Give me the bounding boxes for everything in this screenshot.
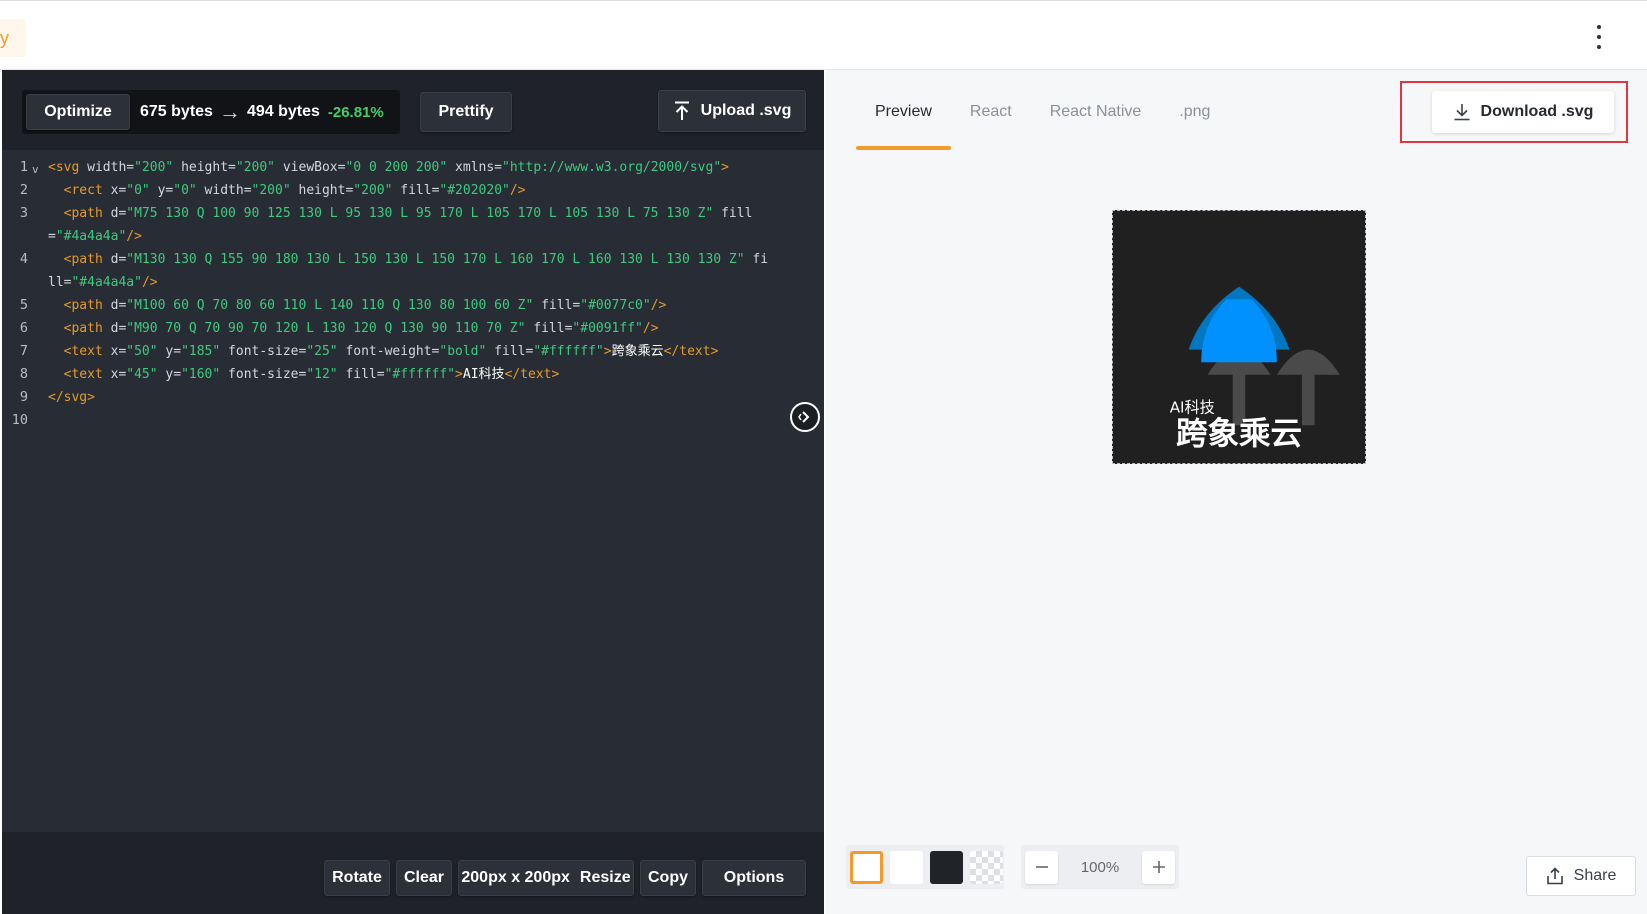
size-change-percent: -26.81% bbox=[327, 103, 384, 121]
optimized-size: 494 bytes bbox=[246, 103, 320, 120]
svg-preview-canvas: 跨象乘云 AI科技 bbox=[1112, 210, 1366, 464]
code-line: 7 <text x="50" y="185" font-size="25" fo… bbox=[2, 340, 824, 363]
tab-png[interactable]: .png bbox=[1160, 82, 1229, 142]
line-number: 7 bbox=[19, 343, 28, 359]
logo-title: 跨象乘云 bbox=[1176, 416, 1302, 452]
download-label: Download .svg bbox=[1480, 103, 1594, 120]
upload-label: Upload .svg bbox=[700, 102, 792, 119]
zoom-out-button[interactable] bbox=[1025, 850, 1058, 884]
zoom-value: 100% bbox=[1080, 858, 1120, 876]
share-icon bbox=[1546, 867, 1563, 885]
logo-text: y bbox=[0, 28, 9, 48]
code-line: 2 <rect x="0" y="0" width="200" height="… bbox=[2, 179, 824, 202]
download-highlight-frame: Download .svg bbox=[1400, 81, 1628, 143]
rotate-button[interactable]: Rotate bbox=[324, 860, 390, 896]
tab-preview[interactable]: Preview bbox=[856, 82, 951, 150]
more-vertical-icon[interactable] bbox=[1591, 25, 1607, 49]
optimize-group: Optimize 675 bytes → 494 bytes -26.81% bbox=[22, 90, 400, 134]
line-number: 1 bbox=[19, 159, 28, 175]
code-editor-panel: Optimize 675 bytes → 494 bytes -26.81% P… bbox=[2, 70, 824, 914]
line-number: 6 bbox=[19, 320, 28, 336]
code-line: 6 <path d="M90 70 Q 70 90 70 120 L 130 1… bbox=[2, 317, 824, 340]
download-svg-button[interactable]: Download .svg bbox=[1432, 91, 1614, 133]
original-size: 675 bytes bbox=[140, 103, 213, 120]
share-label: Share bbox=[1573, 867, 1617, 884]
editor-toolbar: Optimize 675 bytes → 494 bytes -26.81% P… bbox=[2, 70, 824, 150]
line-number: 4 bbox=[19, 251, 28, 267]
preview-tabs: Preview React React Native .png bbox=[856, 82, 1229, 150]
upload-svg-button[interactable]: Upload .svg bbox=[658, 90, 806, 132]
plus-icon bbox=[1152, 861, 1165, 873]
tab-react[interactable]: React bbox=[951, 82, 1031, 142]
copy-button[interactable]: Copy bbox=[640, 860, 696, 896]
line-number: 2 bbox=[19, 182, 28, 198]
canvas-size-label: 200px x 200px bbox=[461, 869, 570, 886]
preview-panel: Preview React React Native .png Download… bbox=[826, 70, 1647, 914]
swatch-white[interactable] bbox=[890, 850, 923, 884]
code-line: 5 <path d="M100 60 Q 70 80 60 110 L 140 … bbox=[2, 294, 824, 317]
swatch-transparent-selected[interactable] bbox=[850, 850, 883, 884]
code-line: 1 v <svg width="200" height="200" viewBox=… bbox=[2, 156, 824, 179]
panel-resize-handle[interactable] bbox=[790, 402, 820, 432]
line-number: 3 bbox=[19, 205, 28, 221]
swatch-dark[interactable] bbox=[930, 850, 963, 884]
clear-button[interactable]: Clear bbox=[396, 860, 452, 896]
share-button[interactable]: Share bbox=[1526, 856, 1636, 896]
zoom-in-button[interactable] bbox=[1142, 850, 1175, 884]
code-area[interactable]: 1 v <svg width="200" height="200" viewBox=… bbox=[2, 156, 824, 836]
zoom-control: 100% bbox=[1021, 845, 1179, 889]
minus-icon bbox=[1035, 866, 1048, 868]
code-line: 9 </svg> bbox=[2, 386, 824, 409]
options-button[interactable]: Options bbox=[702, 860, 806, 896]
background-swatches bbox=[846, 845, 1004, 889]
rendered-svg-logo: 跨象乘云 AI科技 bbox=[1113, 211, 1365, 463]
line-number: 8 bbox=[19, 366, 28, 382]
arrow-right-icon: → bbox=[218, 99, 241, 124]
upload-icon bbox=[674, 101, 689, 120]
swatch-checkerboard[interactable] bbox=[970, 850, 1003, 884]
code-line: 10 bbox=[2, 409, 824, 432]
code-line: 3 <path d="M75 130 Q 100 90 125 130 L 95… bbox=[2, 202, 824, 248]
resize-label: Resize bbox=[579, 869, 631, 886]
prettify-button[interactable]: Prettify bbox=[420, 92, 512, 132]
code-line: 8 <text x="45" y="160" font-size="12" fi… bbox=[2, 363, 824, 386]
app-logo[interactable]: y bbox=[0, 19, 26, 57]
tab-react-native[interactable]: React Native bbox=[1031, 82, 1161, 142]
line-number: 9 bbox=[19, 389, 28, 405]
line-number: 5 bbox=[19, 297, 28, 313]
resize-button[interactable]: 200px x 200px Resize bbox=[458, 860, 634, 896]
code-toggle-icon bbox=[798, 411, 810, 423]
fold-chevron-icon[interactable]: v bbox=[32, 158, 39, 181]
top-bar: y bbox=[0, 0, 1647, 70]
code-line: 4 <path d="M130 130 Q 155 90 180 130 L 1… bbox=[2, 248, 824, 294]
optimize-button[interactable]: Optimize bbox=[26, 94, 130, 130]
editor-footer: Rotate Clear 200px x 200px Resize Copy O… bbox=[2, 832, 824, 914]
download-icon bbox=[1454, 104, 1470, 121]
logo-subtitle: AI科技 bbox=[1170, 399, 1215, 417]
line-number: 10 bbox=[11, 412, 28, 428]
